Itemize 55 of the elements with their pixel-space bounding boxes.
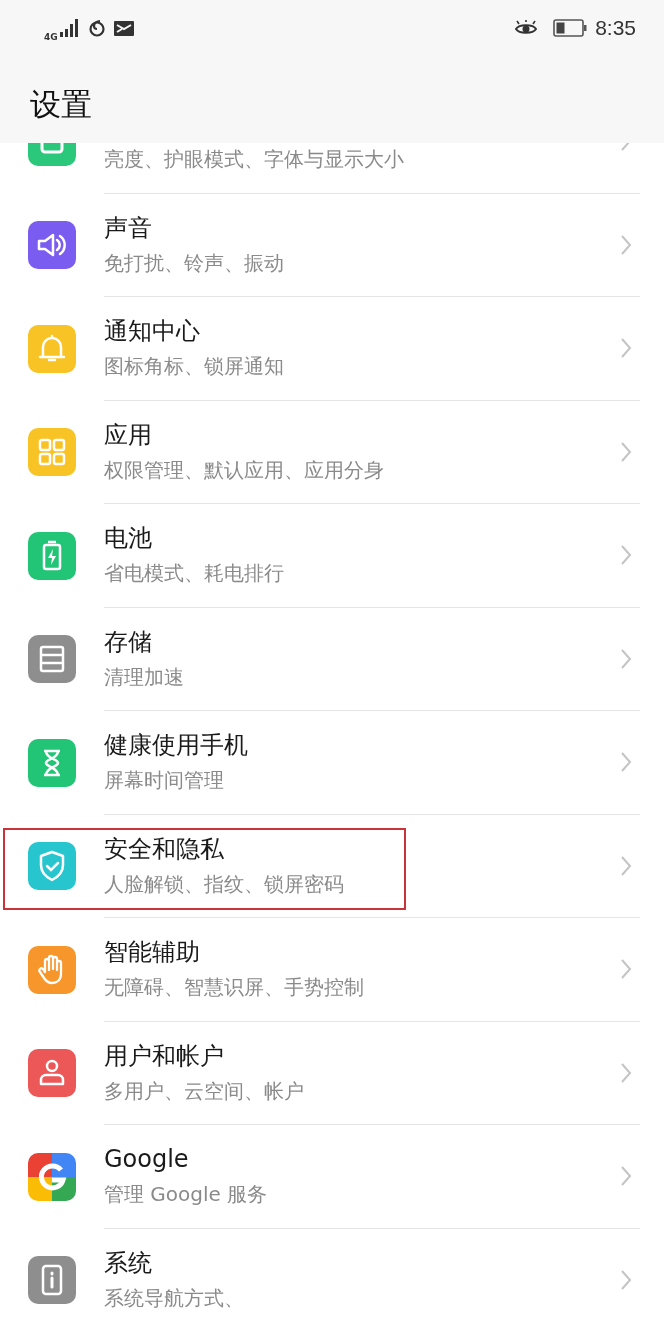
settings-item[interactable]: 系统 系统导航方式、 <box>0 1228 664 1321</box>
settings-item[interactable]: 亮度、护眼模式、字体与显示大小 <box>0 143 664 194</box>
settings-item[interactable]: 声音 免打扰、铃声、振动 <box>0 193 664 297</box>
chevron-right-icon <box>620 544 632 567</box>
chevron-right-icon <box>620 1061 632 1084</box>
item-subtitle: 亮度、护眼模式、字体与显示大小 <box>104 146 404 174</box>
item-subtitle: 无障碍、智慧识屏、手势控制 <box>104 974 364 1002</box>
item-subtitle: 系统导航方式、 <box>104 1284 244 1312</box>
spiral-icon <box>87 19 106 37</box>
item-title: 通知中心 <box>104 316 200 347</box>
item-title: 用户和帐户 <box>104 1040 224 1071</box>
chevron-right-icon <box>620 233 632 256</box>
item-subtitle: 图标角标、锁屏通知 <box>104 353 284 381</box>
chevron-right-icon <box>620 647 632 670</box>
chevron-right-icon <box>620 337 632 360</box>
item-title: Google <box>104 1144 189 1175</box>
item-subtitle: 管理 Google 服务 <box>104 1181 268 1209</box>
clock-time: 8:35 <box>595 16 636 40</box>
settings-item[interactable]: 电池 省电模式、耗电排行 <box>0 504 664 608</box>
item-subtitle: 人脸解锁、指纹、锁屏密码 <box>104 870 344 898</box>
settings-item[interactable]: Google 管理 Google 服务 <box>0 1125 664 1229</box>
battery-icon <box>553 19 588 37</box>
page-title: 设置 <box>30 85 92 124</box>
item-title: 电池 <box>104 523 152 554</box>
item-title: 智能辅助 <box>104 937 200 968</box>
settings-item[interactable]: 应用 权限管理、默认应用、应用分身 <box>0 400 664 504</box>
item-title: 系统 <box>104 1247 152 1278</box>
item-title: 健康使用手机 <box>104 730 248 761</box>
chevron-right-icon <box>620 1268 632 1291</box>
item-subtitle: 多用户、云空间、帐户 <box>104 1077 304 1105</box>
item-title: 安全和隐私 <box>104 833 224 864</box>
chevron-right-icon <box>620 440 632 463</box>
settings-item[interactable]: 健康使用手机 屏幕时间管理 <box>0 711 664 815</box>
chevron-right-icon <box>620 854 632 877</box>
item-subtitle: 清理加速 <box>104 663 184 691</box>
settings-item[interactable]: 智能辅助 无障碍、智慧识屏、手势控制 <box>0 918 664 1022</box>
mail-icon <box>113 20 134 36</box>
item-title: 存储 <box>104 626 152 657</box>
item-title: 声音 <box>104 212 152 243</box>
settings-item[interactable]: 存储 清理加速 <box>0 607 664 711</box>
item-subtitle: 省电模式、耗电排行 <box>104 560 284 588</box>
item-title: 应用 <box>104 419 152 450</box>
signal-icon <box>59 19 80 37</box>
item-subtitle: 屏幕时间管理 <box>104 767 224 795</box>
chevron-right-icon <box>620 1165 632 1188</box>
item-subtitle: 权限管理、默认应用、应用分身 <box>104 456 384 484</box>
settings-item[interactable]: 安全和隐私 人脸解锁、指纹、锁屏密码 <box>0 814 664 918</box>
network-type: 4G <box>44 32 58 42</box>
google-logo-icon <box>28 1152 76 1201</box>
settings-item[interactable]: 用户和帐户 多用户、云空间、帐户 <box>0 1021 664 1125</box>
item-subtitle: 免打扰、铃声、振动 <box>104 249 284 277</box>
chevron-right-icon <box>620 958 632 981</box>
eye-icon <box>515 20 538 36</box>
chevron-right-icon <box>620 751 632 774</box>
settings-item[interactable]: 通知中心 图标角标、锁屏通知 <box>0 297 664 401</box>
